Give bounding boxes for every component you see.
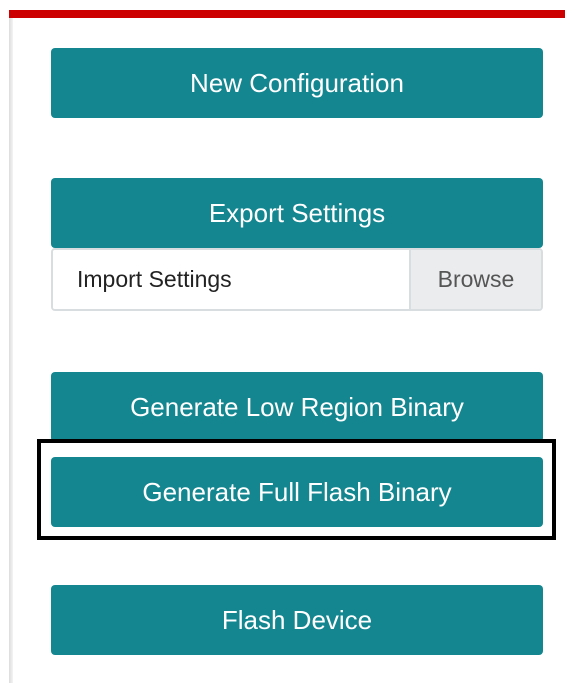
generate-full-flash-binary-button[interactable]: Generate Full Flash Binary: [51, 457, 543, 527]
import-settings-label[interactable]: Import Settings: [53, 250, 409, 309]
page: New Configuration Export Settings Import…: [0, 0, 565, 683]
panel-left-border: [9, 18, 13, 683]
import-settings-file-input[interactable]: Import Settings Browse: [51, 248, 543, 311]
flash-device-button[interactable]: Flash Device: [51, 585, 543, 655]
top-accent-bar: [9, 10, 565, 18]
browse-button[interactable]: Browse: [409, 250, 541, 309]
new-configuration-button[interactable]: New Configuration: [51, 48, 543, 118]
export-settings-button[interactable]: Export Settings: [51, 178, 543, 248]
generate-low-region-binary-button[interactable]: Generate Low Region Binary: [51, 372, 543, 442]
